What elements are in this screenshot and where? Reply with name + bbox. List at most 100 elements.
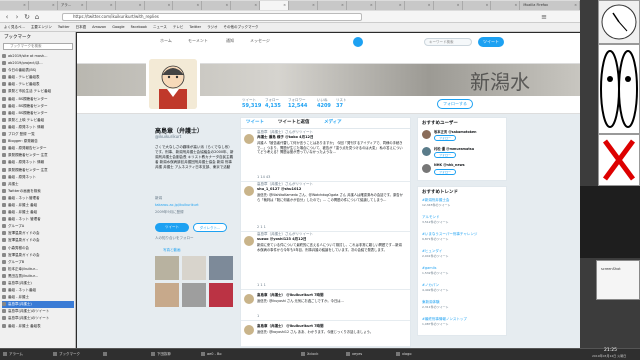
reload-icon[interactable]: ↻ <box>23 13 31 21</box>
media-thumb[interactable] <box>209 256 233 280</box>
forward-icon[interactable]: › <box>13 13 21 21</box>
sidebar-bookmark-item[interactable]: 宮澤温泉ガイドの会 <box>2 252 74 259</box>
sidebar-bookmark-item[interactable]: グループA <box>2 223 74 230</box>
sidebar-bookmark-item[interactable]: 番組 - ネット番組 <box>2 287 74 294</box>
nav-messages[interactable]: メッセージ <box>250 38 270 44</box>
tweet[interactable]: 高島章（弁護士）さんがリツイート suzuo @yoshi123 4月12日 新潟に… <box>241 232 410 290</box>
browser-tab[interactable]: × <box>231 1 261 10</box>
tab-close-icon[interactable]: × <box>225 1 228 10</box>
sidebar-bookmark-item[interactable]: 原発と上映 テレビ番組 <box>2 117 74 124</box>
sidebar-bookmark-item[interactable]: 番組 - 原発ネット 情報 <box>2 159 74 166</box>
tweet-avatar[interactable] <box>244 236 254 246</box>
bookmark-item[interactable]: Amazon <box>92 23 106 31</box>
suggested-user-avatar[interactable] <box>422 147 431 156</box>
suggested-user[interactable]: NHK @nhk_news フォロー <box>422 162 504 178</box>
bookmark-item[interactable]: ニュース <box>153 23 167 31</box>
followers-you-know[interactable]: 人の知り合いをフォロー <box>155 236 194 241</box>
home-icon[interactable]: ⌂ <box>33 13 41 21</box>
tweet[interactable]: 高島章（弁護士） @ikuikurikurt 7時間 返信先: @koyoshi1… <box>241 321 410 347</box>
browser-tab[interactable]: × <box>144 1 174 10</box>
profile-tweet-button[interactable]: ツイート <box>155 223 189 232</box>
tab-close-icon[interactable]: × <box>81 1 84 10</box>
sidebar-bookmark-item[interactable]: 小森秀樹の会 <box>2 245 74 252</box>
bookmark-item[interactable]: 日本語 <box>76 23 87 31</box>
terminal-window[interactable] <box>580 186 640 258</box>
xlogo-window[interactable] <box>598 134 640 186</box>
sidebar-bookmark-item[interactable]: 今日の番組表(BS) <box>2 67 74 74</box>
taskbar-item[interactable]: Xclock <box>300 349 340 359</box>
bookmark-item[interactable]: Facebook <box>131 23 147 31</box>
sidebar-bookmark-item[interactable]: 高島章(弁護士)のツイート <box>2 315 74 322</box>
menu-icon[interactable]: ≡ <box>540 13 548 21</box>
suggested-user[interactable]: 坂本正男 @sakamotoken フォロー <box>422 128 504 144</box>
tweet-actions[interactable]: 1 <box>257 314 259 318</box>
suggested-user-name[interactable]: 坂本正男 @sakamotoken <box>434 129 476 134</box>
browser-tab[interactable]: × <box>462 1 492 10</box>
profile-avatar[interactable] <box>146 56 200 112</box>
media-thumb[interactable] <box>155 256 179 280</box>
taskbar-item[interactable]: ブックマーク <box>52 349 98 359</box>
twitter-search-input[interactable]: キーワード検索 <box>424 38 472 46</box>
browser-tab[interactable]: × <box>404 1 434 10</box>
sidebar-bookmark-item[interactable]: Twitterの画面を検索 <box>2 188 74 195</box>
tab-close-icon[interactable]: × <box>196 1 199 10</box>
suggested-user-avatar[interactable] <box>422 164 431 173</box>
browser-tab[interactable]: × <box>115 1 145 10</box>
tweet-button[interactable]: ツイート <box>478 37 504 47</box>
bookmark-item[interactable]: Twitter <box>189 23 201 31</box>
bookmark-item[interactable]: テレビ <box>173 23 184 31</box>
taskbar-item[interactable]: アラーム <box>2 349 48 359</box>
tweet-author[interactable]: suzuo @yoshi123 4月12日 <box>257 237 307 242</box>
tab-tweets[interactable]: ツイート <box>246 119 264 125</box>
tweet-author[interactable]: 高島章（弁護士） @ikuikurikurt 7時間 <box>257 293 324 298</box>
browser-tab[interactable]: × <box>86 1 116 10</box>
bookmark-item[interactable]: ラジオ <box>207 23 217 31</box>
browser-tab[interactable]: × <box>202 1 232 10</box>
tab-close-icon[interactable]: × <box>457 1 460 10</box>
tab-close-icon[interactable]: × <box>139 1 142 10</box>
tab-close-icon[interactable]: × <box>52 1 55 10</box>
sidebar-bookmark-item[interactable]: 番組 - BS視聴者センター <box>2 110 74 117</box>
sidebar-bookmark-item[interactable]: 番組 - 弁護士 番組 <box>2 209 74 216</box>
direct-message-button[interactable]: ダイレクト... <box>193 223 227 232</box>
sidebar-bookmark-item[interactable]: 番組 - 原発ネット 情報 <box>2 124 74 131</box>
browser-tab[interactable]: × <box>0 1 29 10</box>
tab-tweets-and-replies[interactable]: ツイートと返信 <box>278 119 310 125</box>
tweet[interactable]: 高島章（弁護士）さんがリツイート 弁護士 瀬島 様子 @koko 4月12日 弁護人… <box>241 130 410 182</box>
tab-close-icon[interactable]: × <box>283 1 286 10</box>
tab-close-icon[interactable]: × <box>312 1 315 10</box>
tweet-author[interactable]: 高島章（弁護士） @ikuikurikurt 7時間 <box>257 324 324 329</box>
sidebar-bookmark-item[interactable]: 黒田吉男(ikuikur... <box>2 273 74 280</box>
bookmark-item[interactable]: Twitter <box>58 23 70 31</box>
tab-media[interactable]: メディア <box>324 119 342 125</box>
sidebar-bookmark-item[interactable]: グループB <box>2 259 74 266</box>
sidebar-bookmark-item[interactable]: Blogger: 原発報告 <box>2 138 74 145</box>
tab-close-icon[interactable]: × <box>514 1 517 10</box>
media-thumb[interactable] <box>182 256 206 280</box>
browser-tab[interactable]: × <box>289 1 318 10</box>
browser-tab[interactable]: × <box>346 1 376 10</box>
taskbar-item[interactable]: xeyes <box>345 349 389 359</box>
suggested-user-name[interactable]: NHK @nhk_news <box>434 163 465 167</box>
sidebar-bookmark-item[interactable]: 番組 - 弁護士 <box>2 294 74 301</box>
taskbar-item[interactable]: ae0 - Bo <box>200 349 250 359</box>
url-bar[interactable]: https://twitter.com/ikuikurikurt/with_re… <box>62 13 362 21</box>
twitter-logo-icon[interactable] <box>353 37 363 47</box>
sidebar-bookmark-item[interactable]: 宮澤温泉ガイドの会 <box>2 230 74 237</box>
sidebar-bookmark-item[interactable]: ab2019/project/ほ... <box>2 60 74 67</box>
sidebar-bookmark-item[interactable]: 高島章(弁護士)のツイート <box>2 308 74 315</box>
browser-tab[interactable]: × <box>173 1 203 10</box>
sidebar-bookmark-item[interactable]: 高島章(弁護士) <box>2 280 74 287</box>
tab-close-icon[interactable]: × <box>574 1 577 10</box>
trend-tag[interactable]: #gamlis <box>422 266 436 270</box>
browser-tab[interactable]: × <box>375 1 405 10</box>
browser-tab[interactable]: × <box>433 1 463 10</box>
tab-close-icon[interactable]: × <box>370 1 373 10</box>
nav-home[interactable]: ホーム <box>160 38 172 44</box>
tab-close-icon[interactable]: × <box>341 1 344 10</box>
sidebar-bookmark-item[interactable]: 番組 - 弁護士 番組 <box>2 202 74 209</box>
bookmark-item[interactable]: Google <box>112 23 124 31</box>
bookmark-item[interactable]: よく見るペ... <box>4 23 25 31</box>
sidebar-bookmark-item[interactable]: 番組 - 原発ネット <box>2 174 74 181</box>
sidebar-bookmark-item[interactable]: 番組 - テレビ番組表 <box>2 81 74 88</box>
